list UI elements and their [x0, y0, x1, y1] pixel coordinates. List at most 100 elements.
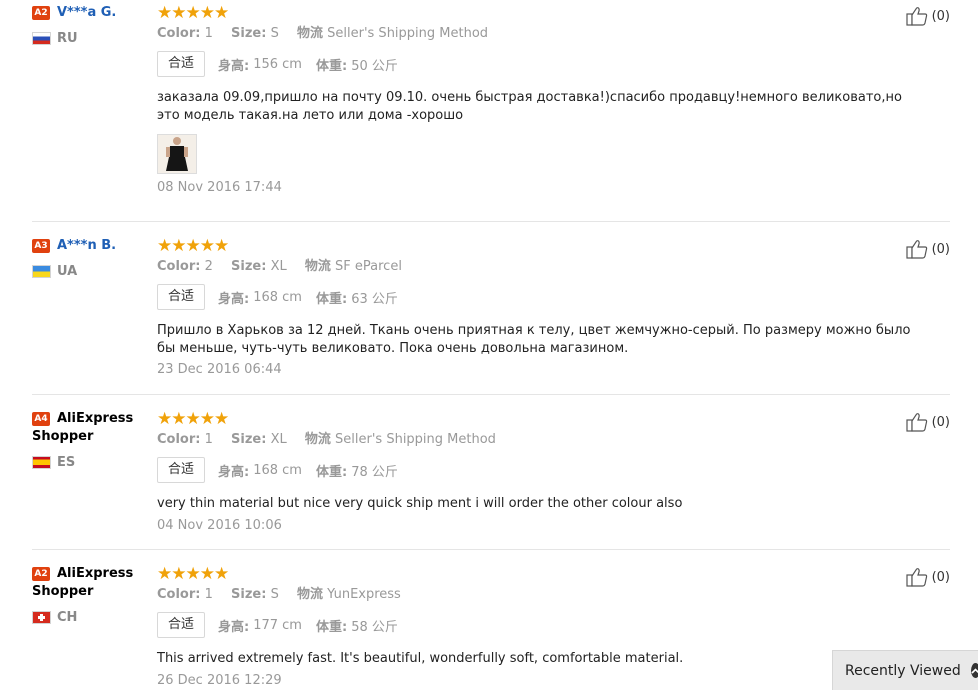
- dress-photo-icon: [158, 135, 196, 173]
- review-content: ★★★★★ Color: 2 Size: XL 物流 SF eParcel 合适…: [157, 237, 917, 379]
- weight-label: 体重:: [315, 619, 348, 635]
- color-label: Color:: [157, 26, 201, 41]
- review-text: This arrived extremely fast. It's beauti…: [157, 651, 684, 666]
- size-value: XL: [270, 259, 287, 274]
- reviewer-country: UA: [32, 263, 77, 279]
- reviewer-country: ES: [32, 454, 75, 470]
- helpful-button[interactable]: (0): [905, 6, 950, 26]
- shipping-label: 物流: [296, 26, 323, 41]
- size-value: XL: [270, 432, 287, 447]
- size-label: Size:: [231, 432, 267, 447]
- helpful-count: (0): [931, 8, 950, 24]
- shipping-label: 物流: [304, 259, 331, 274]
- review-text: Пришло в Харьков за 12 дней. Ткань очень…: [157, 323, 911, 356]
- review-date: 23 Dec 2016 06:44: [157, 362, 282, 377]
- review-text: very thin material but nice very quick s…: [157, 496, 683, 511]
- height-label: 身高:: [218, 619, 250, 635]
- order-info: Color: 2 Size: XL 物流 SF eParcel: [157, 258, 917, 276]
- country-code: ES: [57, 454, 76, 470]
- divider: [32, 394, 950, 395]
- thumbs-up-icon: [905, 413, 927, 432]
- color-value: 1: [204, 587, 213, 602]
- height-label: 身高:: [218, 291, 250, 307]
- weight-label: 体重:: [315, 291, 348, 307]
- height-value: 168 cm: [253, 462, 302, 478]
- flag-ch-icon: [32, 610, 51, 624]
- review-date: 04 Nov 2016 10:06: [157, 517, 282, 533]
- fit-info: 合适 身高: 156 cm 体重: 50 公斤: [157, 50, 917, 78]
- height-value: 177 cm: [253, 617, 302, 633]
- shipping-value: Seller's Shipping Method: [327, 26, 489, 41]
- weight-value: 63 公斤: [351, 291, 398, 307]
- flag-ua-icon: [32, 264, 51, 278]
- color-value: 2: [204, 259, 213, 274]
- color-value: 1: [204, 26, 213, 41]
- weight-value: 58 公斤: [351, 619, 398, 635]
- helpful-count: (0): [931, 241, 950, 257]
- star-rating: ★★★★★: [157, 409, 229, 429]
- height-label: 身高:: [218, 58, 250, 74]
- reviewer-name: AliExpress Shopper: [32, 566, 134, 599]
- fit-tag: 合适: [157, 457, 206, 483]
- country-code: CH: [57, 609, 78, 625]
- reviewer-name[interactable]: V***a G.: [32, 4, 150, 22]
- fit-tag: 合适: [157, 612, 206, 638]
- star-rating: ★★★★★: [157, 564, 229, 584]
- reviewer-name[interactable]: A***n B.: [32, 237, 150, 255]
- height-value: 168 cm: [253, 289, 302, 305]
- reviewer-country: RU: [32, 30, 78, 46]
- recently-viewed-tab[interactable]: Recently Viewed: [832, 650, 978, 690]
- shipping-value: SF eParcel: [335, 259, 402, 274]
- review-date: 08 Nov 2016 17:44: [157, 180, 282, 195]
- review-content: ★★★★★ Color: 1 Size: S 物流 YunExpress 合适 …: [157, 565, 917, 690]
- weight-value: 78 公斤: [351, 464, 398, 480]
- feedback-page: A2 V***a G. RU ★★★★★ Color: 1 Size: S 物流…: [0, 0, 978, 690]
- thumbs-up-icon: [905, 240, 927, 259]
- color-value: 1: [204, 432, 213, 447]
- helpful-count: (0): [931, 569, 950, 585]
- review-content: ★★★★★ Color: 1 Size: S 物流 Seller's Shipp…: [157, 4, 917, 197]
- size-label: Size:: [231, 259, 267, 274]
- fit-tag: 合适: [157, 51, 206, 77]
- size-value: S: [270, 587, 279, 602]
- height-label: 身高:: [218, 464, 250, 480]
- fit-info: 合适 身高: 168 cm 体重: 78 公斤: [157, 456, 917, 484]
- reviewer-country: CH: [32, 609, 77, 625]
- order-info: Color: 1 Size: S 物流 Seller's Shipping Me…: [157, 25, 917, 43]
- thumbs-up-icon: [905, 568, 927, 587]
- helpful-button[interactable]: (0): [905, 567, 950, 587]
- order-info: Color: 1 Size: S 物流 YunExpress: [157, 586, 917, 604]
- weight-label: 体重:: [315, 58, 348, 74]
- country-code: UA: [57, 263, 78, 279]
- helpful-button[interactable]: (0): [905, 239, 950, 259]
- height-value: 156 cm: [253, 56, 302, 72]
- reviewer-name: AliExpress Shopper: [32, 411, 134, 444]
- shipping-label: 物流: [296, 587, 323, 602]
- review-photo-thumbnail[interactable]: [157, 134, 197, 174]
- fit-tag: 合适: [157, 284, 206, 310]
- review-content: ★★★★★ Color: 1 Size: XL 物流 Seller's Ship…: [157, 410, 917, 535]
- review-date: 26 Dec 2016 12:29: [157, 672, 282, 688]
- chevron-up-icon: [970, 663, 978, 678]
- fit-info: 合适 身高: 168 cm 体重: 63 公斤: [157, 283, 917, 311]
- shipping-label: 物流: [304, 432, 331, 447]
- helpful-count: (0): [931, 414, 950, 430]
- size-label: Size:: [231, 26, 267, 41]
- divider: [32, 221, 950, 222]
- star-rating: ★★★★★: [157, 3, 229, 23]
- color-label: Color:: [157, 259, 201, 274]
- country-code: RU: [57, 30, 78, 46]
- shipping-value: Seller's Shipping Method: [335, 432, 496, 447]
- size-label: Size:: [231, 587, 267, 602]
- recently-viewed-label: Recently Viewed: [845, 662, 961, 679]
- weight-label: 体重:: [315, 464, 348, 480]
- divider: [32, 549, 950, 550]
- size-value: S: [270, 26, 279, 41]
- color-label: Color:: [157, 432, 201, 447]
- review-text: заказала 09.09,пришло на почту 09.10. оч…: [157, 90, 902, 123]
- star-rating: ★★★★★: [157, 236, 229, 256]
- flag-es-icon: [32, 455, 51, 469]
- order-info: Color: 1 Size: XL 物流 Seller's Shipping M…: [157, 431, 917, 449]
- helpful-button[interactable]: (0): [905, 412, 950, 432]
- weight-value: 50 公斤: [351, 58, 398, 74]
